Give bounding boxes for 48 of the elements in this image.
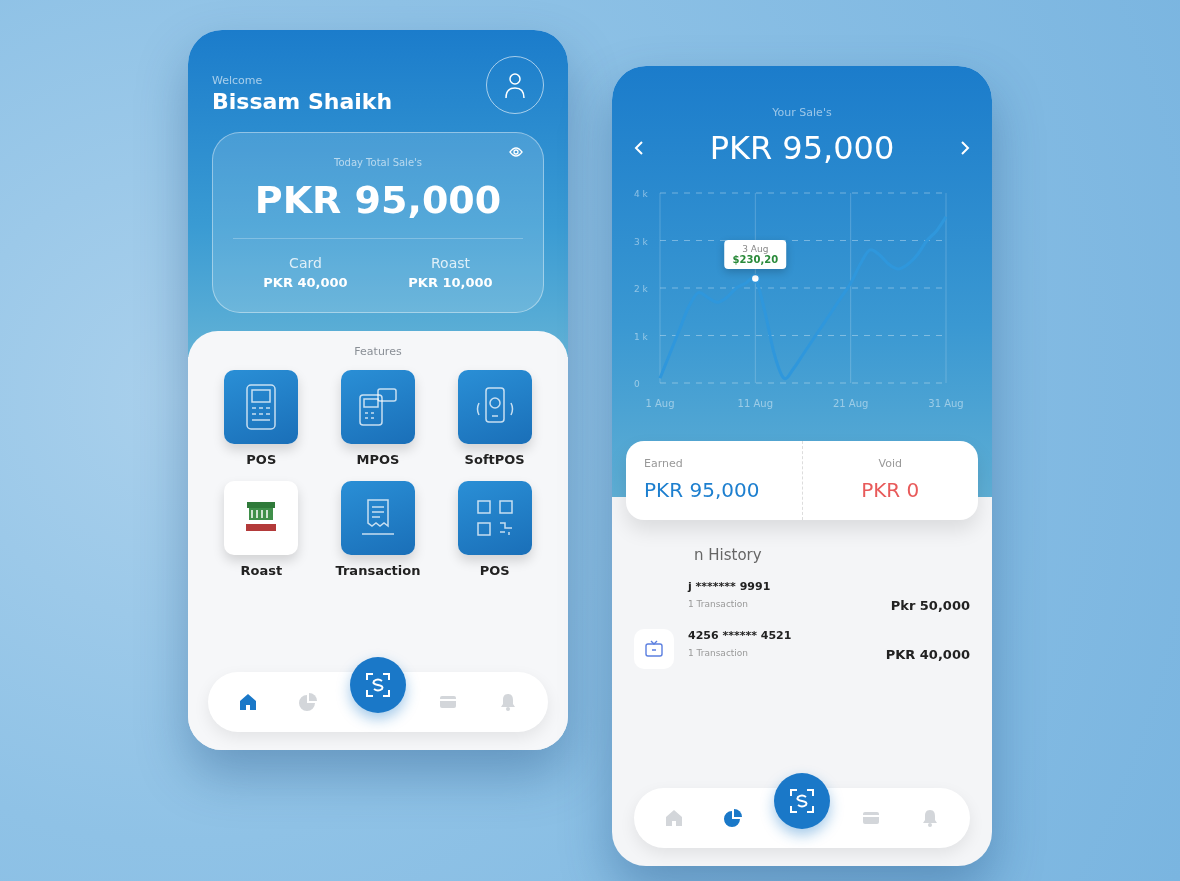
summary-label: Void	[878, 457, 902, 470]
user-name: Bissam Shaikh	[212, 89, 393, 114]
y-axis-label: 3 k	[634, 236, 648, 247]
section-title: Features	[353, 345, 403, 358]
sales-amount: PKR 95,000	[709, 129, 895, 167]
scan-icon	[365, 672, 391, 698]
pie-chart-icon	[722, 808, 743, 828]
greeting-text: Welcome	[212, 74, 264, 87]
breakdown-amount: PKR 10,000	[408, 275, 493, 290]
card-reader-icon	[356, 385, 400, 429]
home-icon	[238, 692, 258, 712]
breakdown-label: Card	[289, 255, 322, 271]
y-axis-label: 4 k	[634, 189, 648, 199]
transaction-count: 1 Transaction	[688, 599, 750, 609]
y-axis-label: 0	[634, 379, 640, 389]
user-icon	[503, 71, 527, 99]
tooltip-date: 3 Aug	[742, 243, 769, 254]
card-number: j ******* 9991	[688, 580, 772, 593]
eye-icon[interactable]	[509, 147, 523, 157]
x-axis-label: 21 Aug	[832, 398, 869, 409]
chevron-left-icon	[634, 141, 644, 155]
chevron-right-icon	[960, 141, 970, 155]
x-axis-label: 1 Aug	[645, 398, 675, 409]
card-title: Today Total Sale's	[334, 157, 422, 168]
section-title: n History	[693, 546, 763, 564]
transaction-amount: Pkr 50,000	[890, 598, 970, 613]
y-axis-label: 2 k	[634, 284, 648, 294]
scan-icon	[788, 788, 815, 814]
transaction-amount: PKR 40,000	[885, 647, 970, 662]
summary-label: Earned	[644, 457, 684, 470]
summary-amount: PKR 0	[861, 478, 920, 502]
total-amount: PKR 95,000	[254, 178, 502, 222]
transaction-count: 1 Transaction	[688, 648, 750, 658]
summary-amount: PKR 95,000	[644, 478, 761, 502]
x-axis-label: 11 Aug	[737, 398, 774, 409]
scan-button[interactable]	[350, 657, 406, 713]
breakdown-amount: PKR 40,000	[263, 275, 348, 290]
x-axis-label: 31 Aug	[928, 398, 964, 409]
home-icon	[663, 808, 684, 828]
pie-chart-icon	[298, 692, 318, 712]
y-axis-label: 1 k	[634, 331, 648, 342]
breakdown-label: Roast	[431, 255, 470, 271]
data-point	[750, 273, 761, 284]
tooltip-value: $230,20	[732, 253, 779, 265]
bell-icon	[498, 692, 518, 712]
screen-title: Your Sale's	[771, 106, 833, 119]
scan-button[interactable]	[773, 773, 830, 829]
card-number: 4256 ****** 4521	[688, 629, 793, 642]
